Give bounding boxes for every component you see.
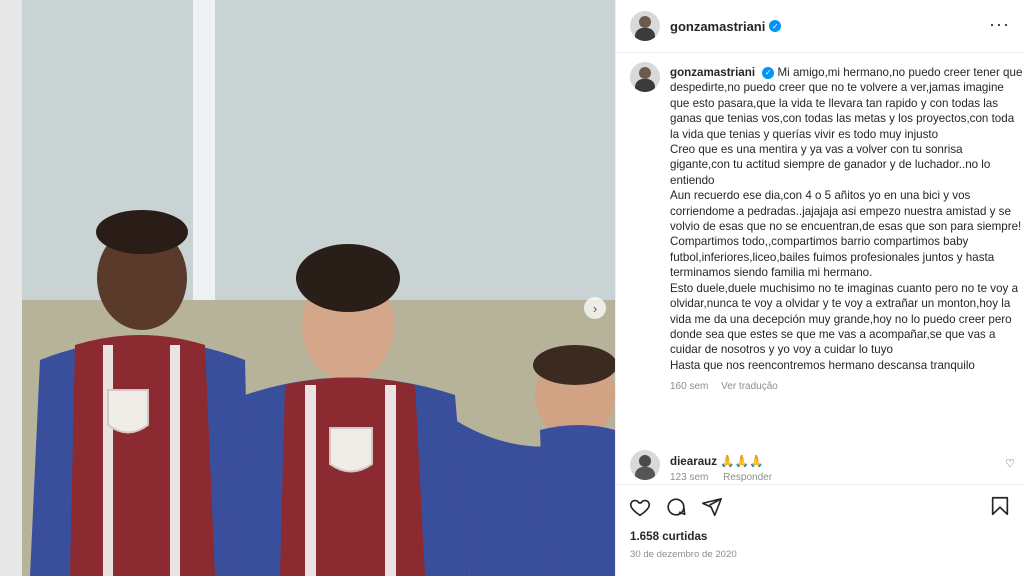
caption-text: gonzamastriani ✓ Mi amigo,mi hermano,no … [670, 65, 1024, 395]
caption-paragraph: Hasta que nos reencontremos hermano desc… [670, 358, 975, 372]
verified-badge-icon: ✓ [769, 20, 782, 32]
caption-paragraph: Aun recuerdo ese dia,con 4 o 5 añitos yo… [670, 189, 1022, 234]
reply-button[interactable]: Responder [723, 472, 772, 482]
action-icons [628, 495, 724, 519]
more-options-icon[interactable]: ··· [989, 14, 1010, 35]
comment-meta: 123 sem Responder [670, 472, 784, 482]
comment-like-heart-icon[interactable]: ♡ [1005, 457, 1015, 470]
comment-username[interactable]: diearauz [670, 455, 717, 468]
caption-paragraph: Creo que es una mentira y ya vas a volve… [670, 143, 991, 187]
caption-username[interactable]: gonzamastriani [670, 66, 755, 79]
caption: gonzamastriani ✓ Mi amigo,mi hermano,no … [630, 60, 1022, 438]
caption-paragraph: Esto duele,duele muchisimo no te imagina… [670, 281, 1019, 357]
header-username[interactable]: gonzamastriani [670, 19, 765, 34]
bookmark-icon[interactable] [989, 495, 1013, 519]
heart-icon[interactable] [628, 495, 652, 519]
share-icon[interactable] [700, 495, 724, 519]
verified-badge-icon: ✓ [762, 66, 775, 79]
comment-text: 🙏🙏🙏 [720, 455, 764, 468]
avatar[interactable] [630, 11, 660, 41]
post-photo: › [0, 0, 615, 576]
comment-avatar[interactable] [630, 450, 660, 480]
caption-avatar[interactable] [630, 62, 660, 92]
post-date: 30 de dezembro de 2020 [630, 549, 737, 560]
comment-item: diearauz 🙏🙏🙏 123 sem Responder ♡ [630, 448, 1015, 482]
translate-link[interactable]: Ver tradução [721, 381, 778, 392]
caption-meta: 160 sem Ver tradução [670, 379, 1024, 394]
post-panel: gonzamastriani ✓ ··· gonzamastriani ✓ Mi… [615, 0, 1024, 576]
comment-time: 123 sem [670, 472, 709, 482]
comment-body: diearauz 🙏🙏🙏 [670, 454, 764, 468]
post-actions: 1.658 curtidas 30 de dezembro de 2020 [616, 484, 1024, 577]
chevron-right-icon[interactable]: › [584, 297, 606, 319]
comment-icon[interactable] [664, 495, 688, 519]
likes-count[interactable]: 1.658 curtidas [630, 530, 707, 543]
post-header: gonzamastriani ✓ ··· [616, 0, 1024, 53]
photo-illustration [0, 0, 615, 576]
caption-paragraph: Compartimos todo,,compartimos barrio com… [670, 235, 995, 280]
caption-time: 160 sem [670, 381, 709, 393]
